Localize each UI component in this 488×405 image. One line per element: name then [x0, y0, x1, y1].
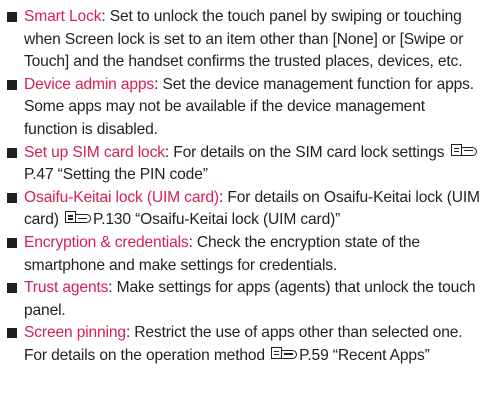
square-bullet-icon [7, 12, 17, 22]
list-item-sim-card-lock: Set up SIM card lock: For details on the… [6, 142, 480, 187]
square-bullet-icon [7, 237, 17, 248]
square-bullet-icon [7, 192, 17, 203]
page-reference-icon [64, 211, 92, 225]
term-trust-agents: Trust agents [24, 279, 109, 297]
square-bullet-icon [7, 147, 17, 158]
square-bullet-icon [7, 79, 17, 90]
reference-text-osaifu-keitai-lock: P.130 “Osaifu-Keitai lock (UIM card)” [92, 211, 341, 229]
reference-text-sim-card-lock: P.47 “Setting the PIN code” [24, 166, 208, 184]
list-item-osaifu-keitai-lock: Osaifu-Keitai lock (UIM card): For detai… [6, 187, 480, 232]
term-smart-lock: Smart Lock [24, 8, 102, 25]
settings-description-list: Smart Lock: Set to unlock the touch pane… [0, 0, 488, 405]
list-item-encryption-credentials: Encryption & credentials: Check the encr… [6, 232, 480, 277]
list-item-device-admin-apps: Device admin apps: Set the device manage… [6, 74, 480, 142]
term-device-admin-apps: Device admin apps [24, 75, 155, 93]
description-sim-card-lock: : For details on the SIM card lock setti… [164, 143, 449, 161]
term-osaifu-keitai-lock: Osaifu-Keitai lock (UIM card) [24, 188, 219, 206]
term-sim-card-lock: Set up SIM card lock [24, 143, 165, 161]
term-screen-pinning: Screen pinning [24, 324, 126, 342]
square-bullet-icon [7, 283, 17, 294]
page-reference-icon [271, 346, 298, 361]
list-item-trust-agents: Trust agents: Make settings for apps (ag… [6, 277, 480, 322]
reference-text-screen-pinning: P.59 “Recent Apps” [299, 346, 430, 364]
list-item-screen-pinning: Screen pinning: Restrict the use of apps… [6, 322, 480, 367]
term-encryption-credentials: Encryption & credentials [24, 233, 189, 251]
list-item-smart-lock: Smart Lock: Set to unlock the touch pane… [6, 6, 480, 74]
page-reference-icon [450, 143, 478, 158]
square-bullet-icon [7, 328, 17, 339]
